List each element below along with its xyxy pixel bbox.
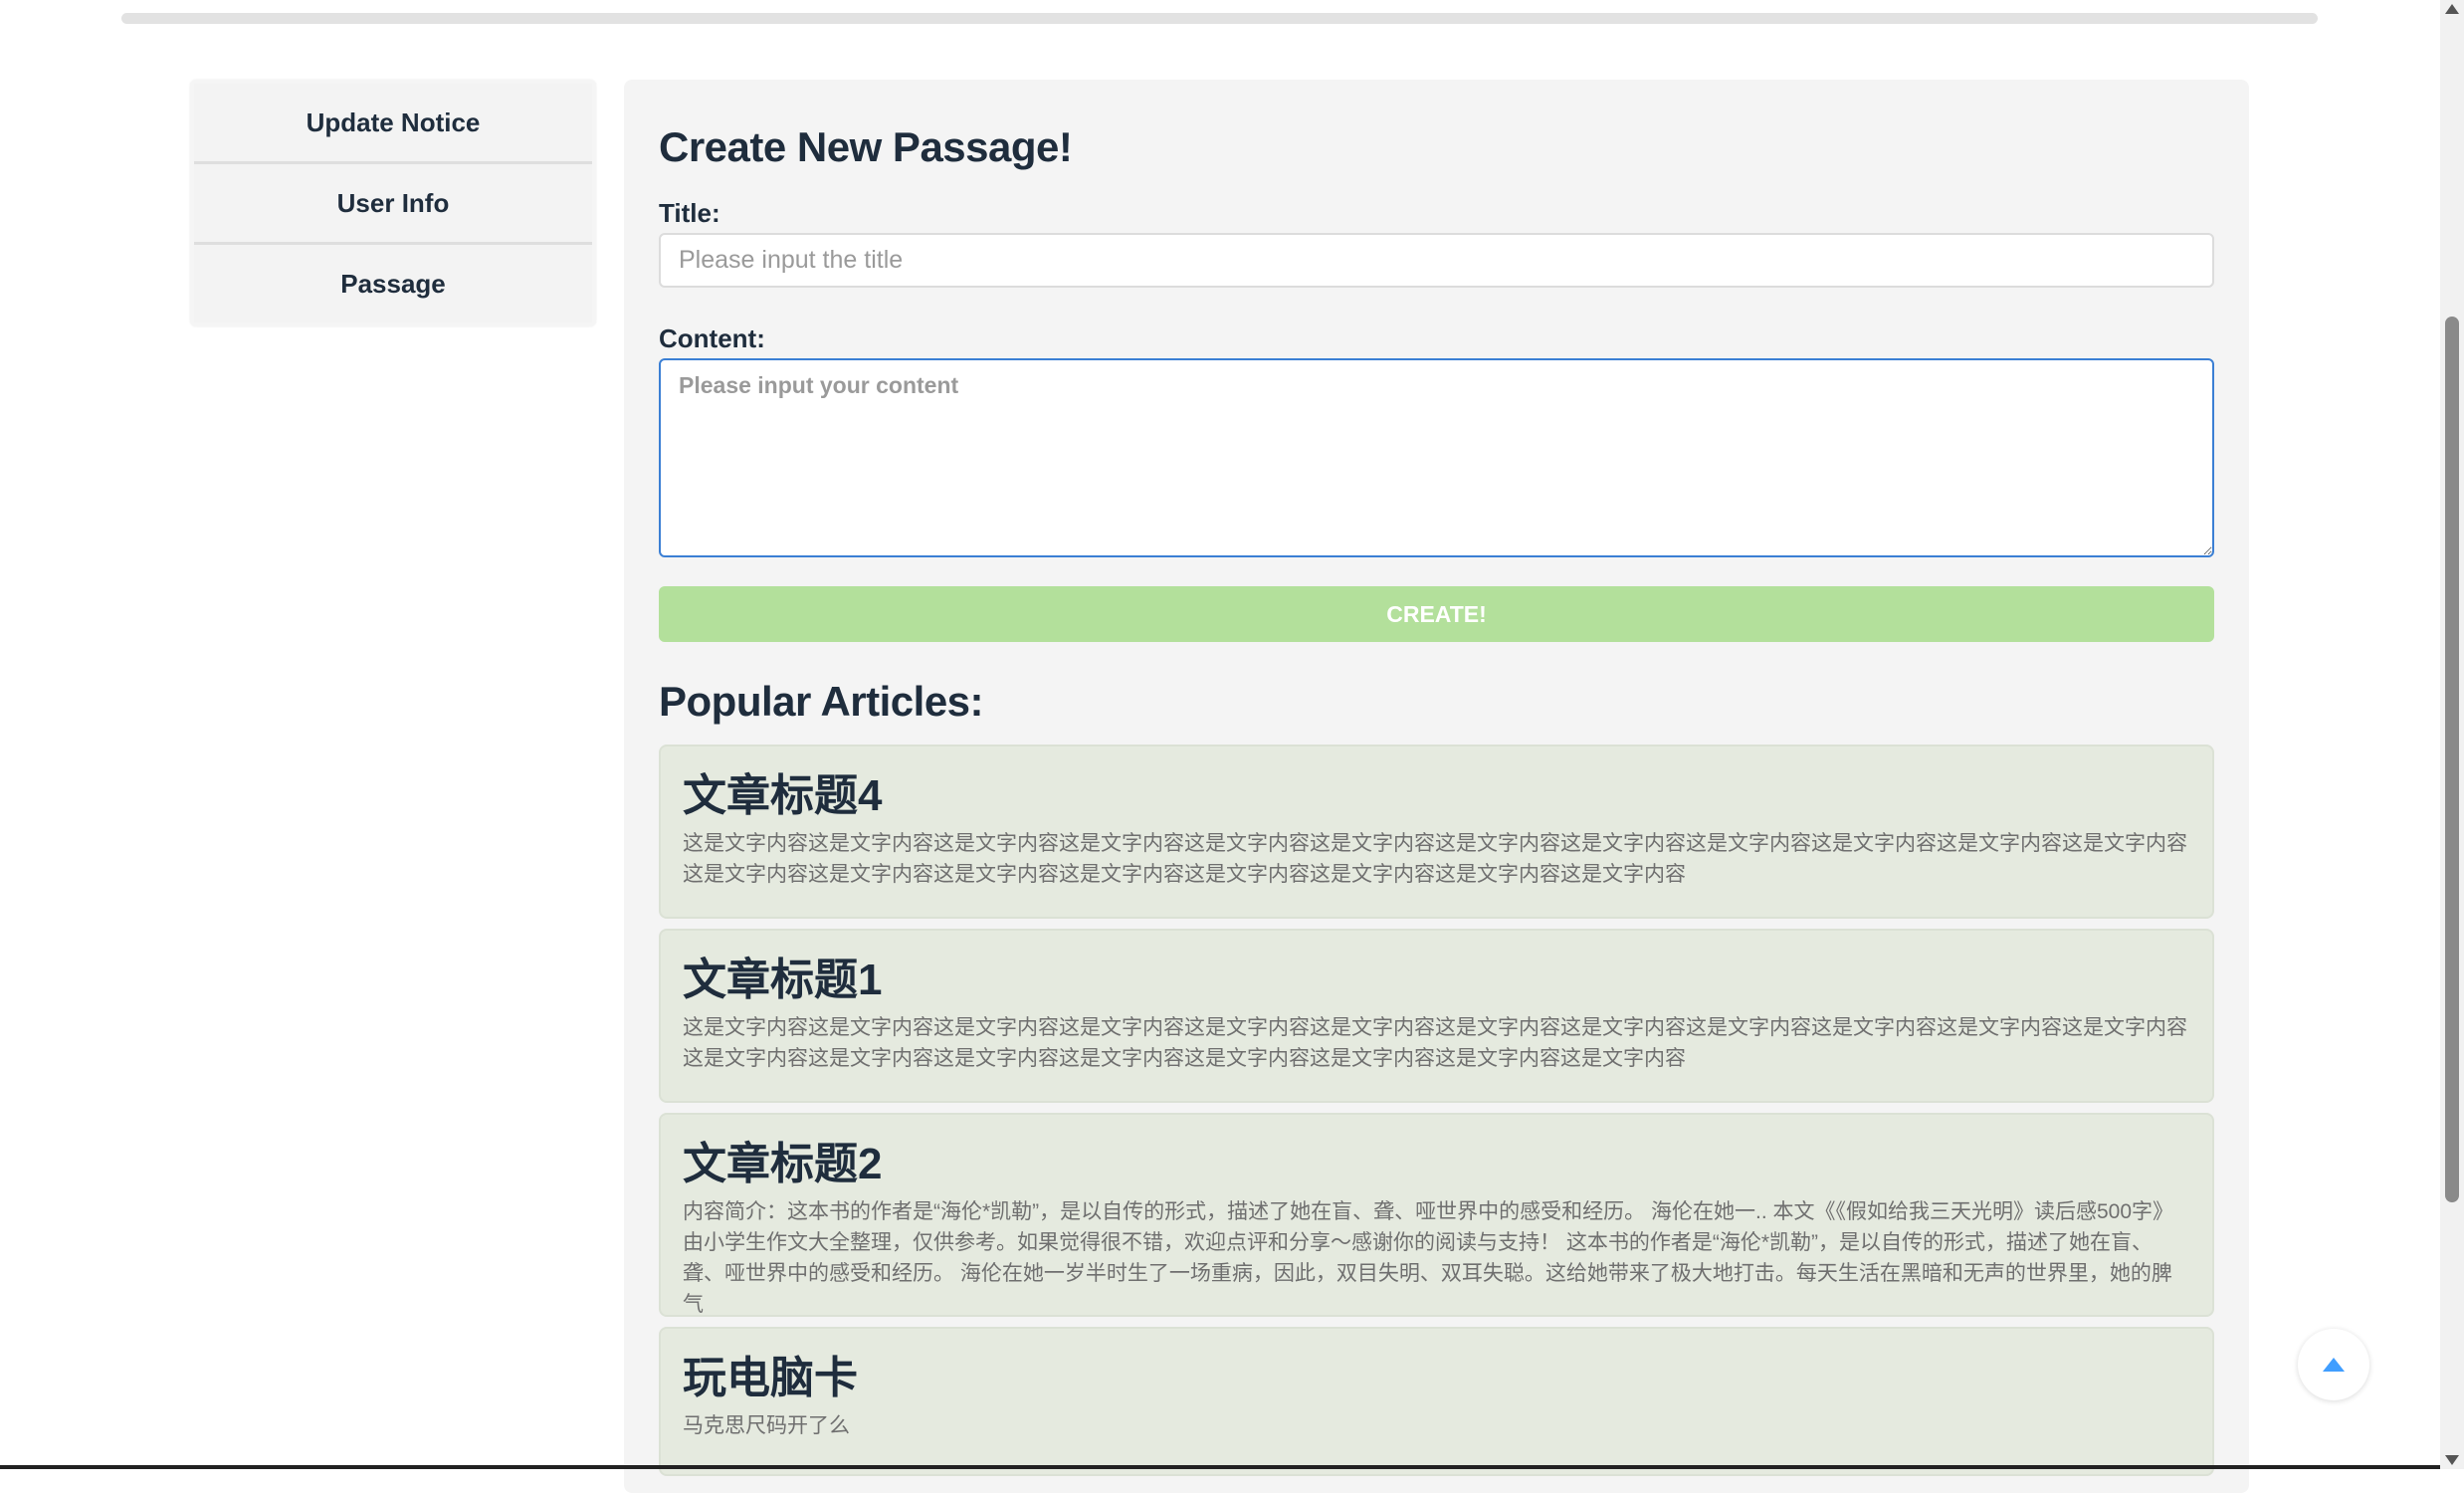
page-scrollbar[interactable] [2440, 0, 2464, 1469]
sidebar-menu: Update Notice User Info Passage [190, 80, 596, 326]
scroll-up-arrow-icon[interactable] [2445, 4, 2459, 14]
article-card[interactable]: 文章标题1 这是文字内容这是文字内容这是文字内容这是文字内容这是文字内容这是文字… [659, 929, 2214, 1103]
content-label: Content: [659, 323, 765, 353]
article-excerpt: 马克思尺码开了么 [683, 1414, 850, 1437]
article-card[interactable]: 文章标题2 内容简介：这本书的作者是“海伦*凯勒”，是以自传的形式，描述了她在盲… [659, 1113, 2214, 1317]
top-progress-bar [121, 13, 2318, 24]
back-to-top-button[interactable] [2298, 1329, 2369, 1400]
article-excerpt: 内容简介：这本书的作者是“海伦*凯勒”，是以自传的形式，描述了她在盲、聋、哑世界… [683, 1200, 2174, 1316]
article-excerpt: 这是文字内容这是文字内容这是文字内容这是文字内容这是文字内容这是文字内容这是文字… [683, 1016, 2187, 1070]
title-label: Title: [659, 198, 720, 228]
scroll-thumb[interactable] [2445, 317, 2459, 1202]
sidebar-item-user-info[interactable]: User Info [194, 164, 592, 245]
sidebar-item-passage[interactable]: Passage [194, 245, 592, 322]
window-bottom-border [0, 1465, 2440, 1469]
content-textarea[interactable] [659, 358, 2214, 557]
create-button[interactable]: CREATE! [659, 586, 2214, 642]
title-input[interactable] [659, 233, 2214, 288]
popular-articles-heading: Popular Articles: [659, 678, 984, 725]
article-card[interactable]: 文章标题4 这是文字内容这是文字内容这是文字内容这是文字内容这是文字内容这是文字… [659, 745, 2214, 919]
article-card[interactable]: 玩电脑卡 马克思尺码开了么 [659, 1327, 2214, 1476]
main-panel: Create New Passage! Title: Content: CREA… [624, 80, 2249, 1493]
sidebar-item-update-notice[interactable]: Update Notice [194, 84, 592, 164]
article-title: 文章标题2 [683, 1140, 883, 1188]
article-title: 文章标题4 [683, 771, 883, 820]
article-title: 玩电脑卡 [683, 1354, 858, 1402]
caret-up-icon [2323, 1358, 2345, 1372]
create-passage-heading: Create New Passage! [659, 123, 1073, 170]
article-excerpt: 这是文字内容这是文字内容这是文字内容这是文字内容这是文字内容这是文字内容这是文字… [683, 832, 2187, 886]
article-title: 文章标题1 [683, 956, 883, 1004]
scroll-down-arrow-icon[interactable] [2445, 1455, 2459, 1465]
